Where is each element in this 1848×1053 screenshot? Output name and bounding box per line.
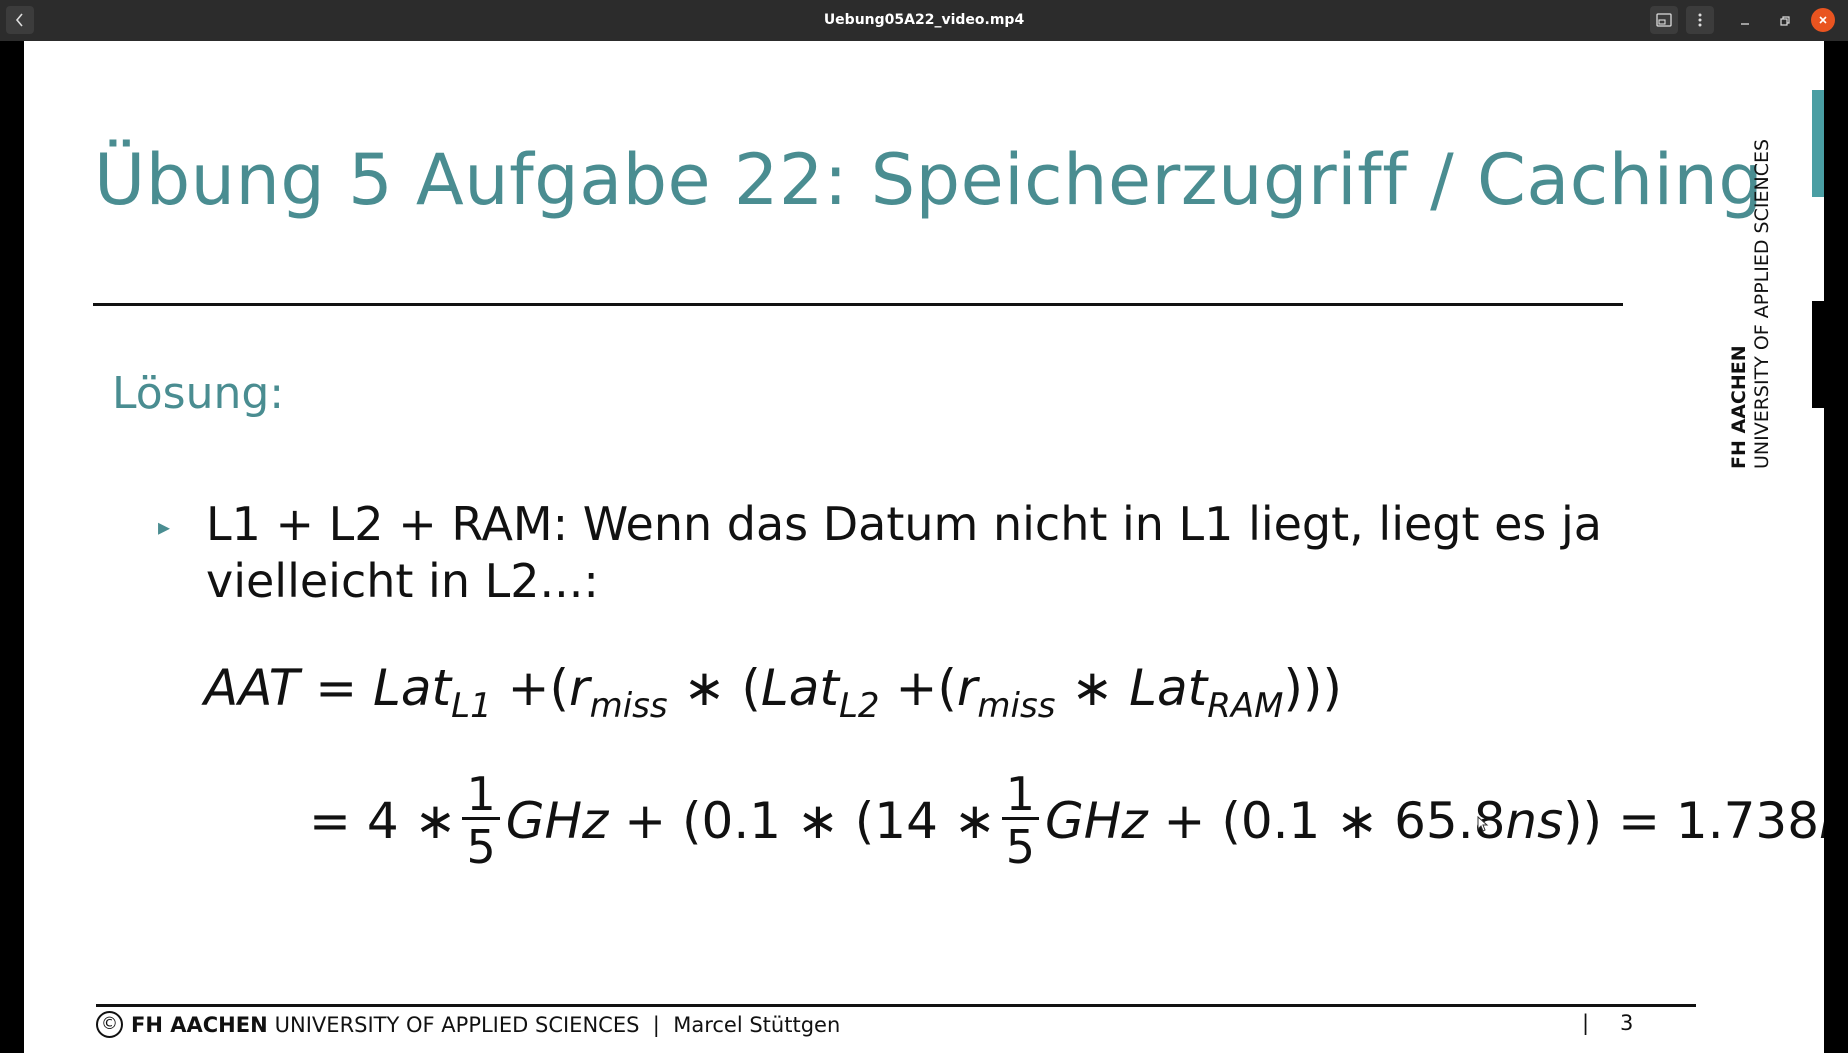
footer-org-bold: FH AACHEN — [131, 1012, 268, 1037]
menu-button[interactable] — [1686, 6, 1714, 34]
equation-line-1: AAT = LatL1 +(rmiss ∗ (LatL2 +(rmiss ∗ L… — [204, 659, 1342, 726]
equation-line-2: = 4 ∗ 1 5 GHz + (0.1 ∗ (14 ∗ 1 5 GHz + (0.1 … — [309, 767, 1824, 874]
mouse-cursor-icon — [1477, 816, 1489, 832]
close-icon — [1819, 16, 1827, 24]
slide-title: Übung 5 Aufgabe 22: Speicherzugriff / Ca… — [94, 139, 1764, 221]
minimize-button[interactable] — [1732, 8, 1758, 34]
page-number: 3 — [1620, 1011, 1634, 1035]
slide-footer: © FH AACHEN UNIVERSITY OF APPLIED SCIENC… — [96, 1011, 840, 1038]
video-player[interactable]: Übung 5 Aufgabe 22: Speicherzugriff / Ca… — [0, 41, 1848, 1053]
footer-author: Marcel Stüttgen — [673, 1012, 841, 1037]
page-separator: | — [1582, 1011, 1590, 1035]
copyright-icon: © — [96, 1011, 123, 1038]
window-titlebar: Uebung05A22_video.mp4 — [0, 0, 1848, 41]
presentation-slide: Übung 5 Aufgabe 22: Speicherzugriff / Ca… — [24, 41, 1824, 1053]
fraction: 15 — [1001, 771, 1040, 870]
title-divider — [93, 303, 1623, 306]
footer-org-text: UNIVERSITY OF APPLIED SCIENCES — [274, 1012, 640, 1037]
picture-in-picture-button[interactable] — [1650, 6, 1678, 34]
side-accent-bar-teal — [1812, 90, 1824, 197]
side-logo-bold: FH AACHEN — [1728, 345, 1750, 469]
window-title: Uebung05A22_video.mp4 — [823, 12, 1025, 28]
side-logo: FH AACHEN UNIVERSITY OF APPLIED SCIENCES — [1728, 139, 1780, 469]
bullet-marker-icon: ▸ — [158, 513, 171, 541]
side-logo-text: UNIVERSITY OF APPLIED SCIENCES — [1751, 138, 1773, 469]
picture-in-picture-icon — [1656, 13, 1672, 27]
minimize-icon — [1741, 23, 1749, 25]
footer-divider — [96, 1004, 1696, 1007]
footer-separator: | — [652, 1012, 660, 1037]
close-button[interactable] — [1811, 8, 1835, 32]
side-accent-bar-black — [1812, 301, 1824, 408]
bullet-text: L1 + L2 + RAM: Wenn das Datum nicht in L… — [206, 497, 1602, 608]
restore-button[interactable] — [1772, 8, 1798, 34]
section-heading: Lösung: — [112, 368, 285, 419]
fraction: 15 — [462, 771, 500, 870]
kebab-menu-icon — [1698, 13, 1702, 27]
restore-icon — [1780, 16, 1790, 26]
